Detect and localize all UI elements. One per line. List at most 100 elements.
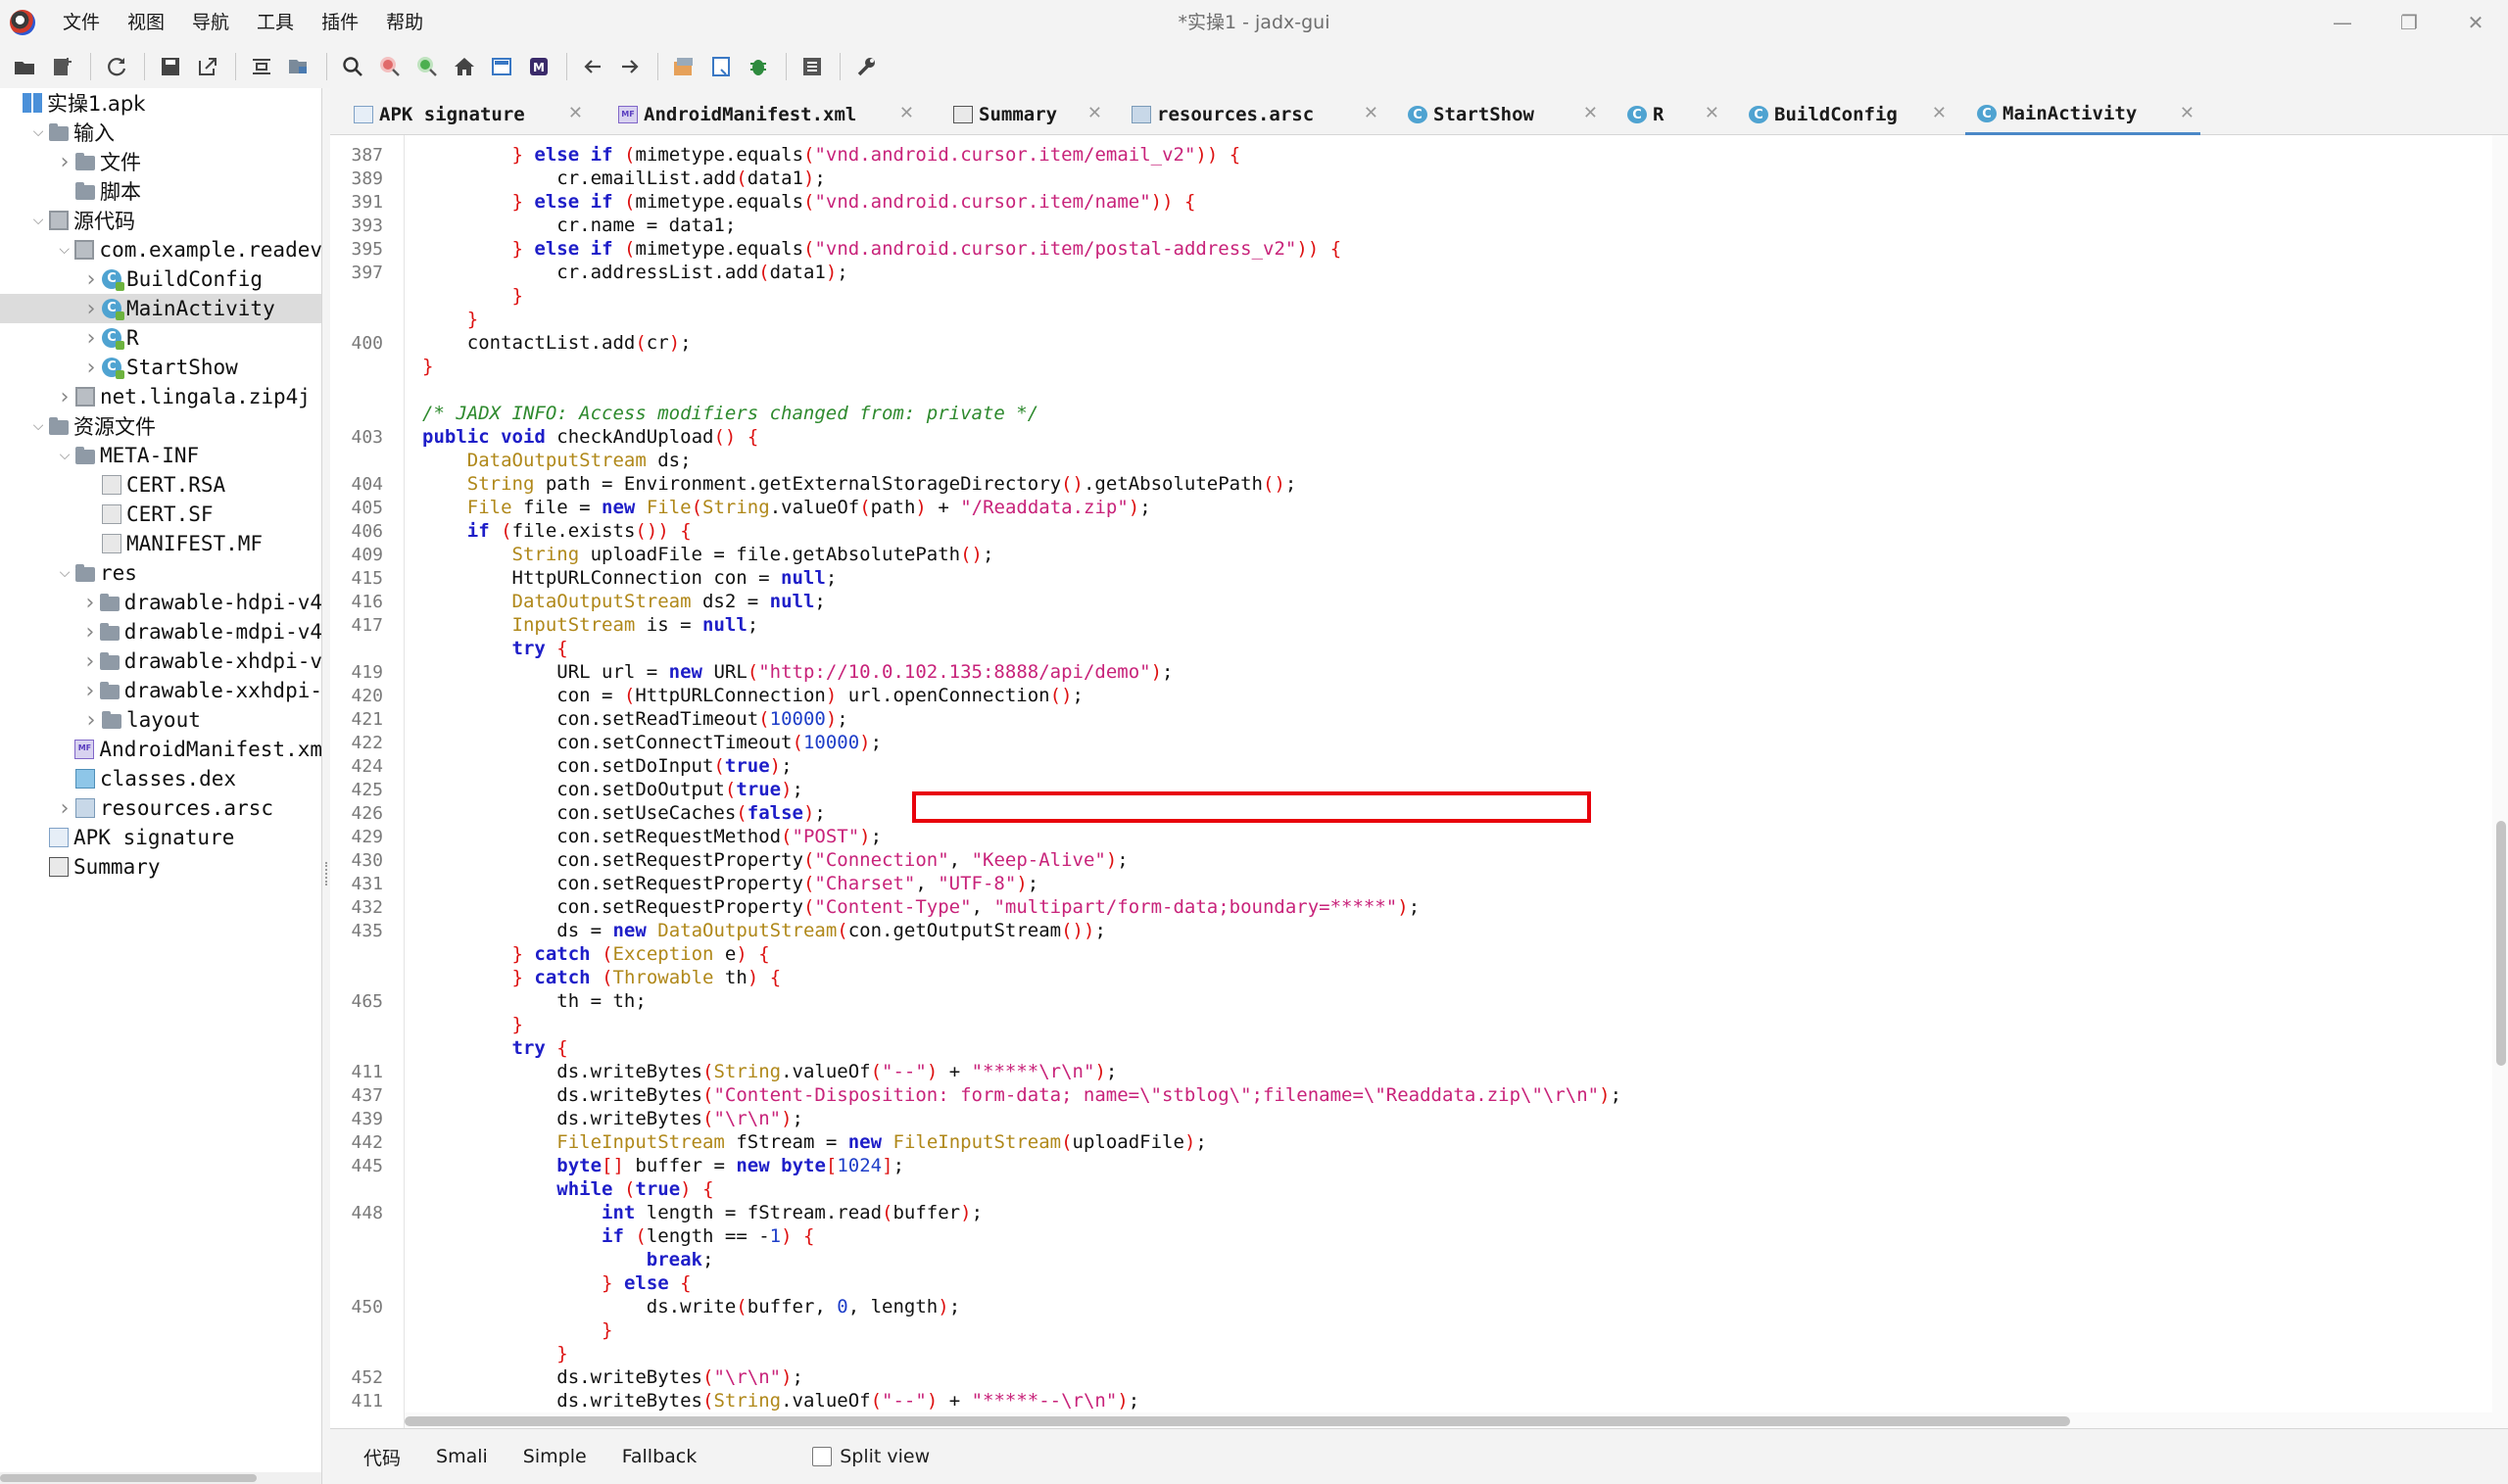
tab-code[interactable]: 代码 — [346, 1444, 418, 1470]
save-all-icon[interactable] — [153, 49, 188, 84]
code-text[interactable]: } else if (mimetype.equals("vnd.android.… — [405, 135, 2508, 1428]
editor-tab[interactable]: APK signature ✕ — [342, 94, 589, 135]
code-line[interactable]: FileInputStream fStream = new FileInputS… — [422, 1130, 1207, 1154]
menu-item-4[interactable]: 插件 — [308, 0, 372, 45]
tree-horizontal-scrollbar[interactable] — [0, 1472, 321, 1484]
split-view-checkbox[interactable]: Split view — [812, 1446, 930, 1467]
tab-simple[interactable]: Simple — [506, 1446, 604, 1467]
bookmark-icon[interactable] — [703, 49, 739, 84]
chevron-down-icon[interactable]: ⌵ — [57, 235, 72, 264]
code-line[interactable]: if (length == -1) { — [422, 1224, 814, 1248]
code-vertical-scrollbar[interactable] — [2492, 135, 2508, 1428]
tree-node[interactable]: 实操1.apk — [0, 88, 321, 118]
code-line[interactable]: } — [422, 308, 478, 331]
tree-node[interactable]: › StartShow — [0, 353, 321, 382]
code-line[interactable]: con.setRequestProperty("Charset", "UTF-8… — [422, 872, 1038, 895]
code-line[interactable]: th = th; — [422, 989, 647, 1013]
tree-node[interactable]: ⌵ 资源文件 — [0, 411, 321, 441]
code-line[interactable]: break; — [422, 1248, 714, 1271]
code-line[interactable]: } — [422, 1013, 523, 1036]
code-line[interactable]: } — [422, 1318, 612, 1342]
menu-item-3[interactable]: 工具 — [243, 0, 308, 45]
tree-node[interactable]: APK signature — [0, 823, 321, 852]
close-tab-icon[interactable]: ✕ — [1087, 103, 1102, 123]
code-line[interactable]: cr.addressList.add(data1); — [422, 261, 847, 284]
tree-node[interactable]: 脚本 — [0, 176, 321, 206]
code-line[interactable]: con.setDoInput(true); — [422, 754, 792, 778]
code-line[interactable]: DataOutputStream ds; — [422, 449, 692, 472]
code-line[interactable]: ds = new DataOutputStream(con.getOutputS… — [422, 919, 1106, 942]
tree-node[interactable]: ⌵ 输入 — [0, 118, 321, 147]
sync-tree-icon[interactable] — [244, 49, 279, 84]
chevron-right-icon[interactable]: › — [57, 147, 72, 176]
code-line[interactable]: public void checkAndUpload() { — [422, 425, 758, 449]
chevron-right-icon[interactable]: › — [83, 646, 97, 676]
editor-tab[interactable]: Summary ✕ — [941, 94, 1108, 135]
code-line[interactable]: con.setDoOutput(true); — [422, 778, 803, 801]
close-tab-icon[interactable]: ✕ — [1364, 103, 1378, 123]
code-line[interactable]: ds.writeBytes(String.valueOf("--") + "**… — [422, 1389, 1139, 1412]
code-line[interactable]: DataOutputStream ds2 = null; — [422, 590, 826, 613]
code-line[interactable]: String path = Environment.getExternalSto… — [422, 472, 1297, 496]
code-line[interactable]: } else if (mimetype.equals("vnd.android.… — [422, 237, 1342, 261]
tree-node[interactable]: ⌵ 源代码 — [0, 206, 321, 235]
code-line[interactable]: con = (HttpURLConnection) url.openConnec… — [422, 684, 1084, 707]
close-button[interactable]: ✕ — [2445, 0, 2506, 45]
usage-search-icon[interactable] — [410, 49, 445, 84]
flatten-packages-icon[interactable] — [281, 49, 316, 84]
chevron-down-icon[interactable]: ⌵ — [57, 558, 72, 588]
code-line[interactable]: } else { — [422, 1271, 692, 1295]
code-line[interactable]: } catch (Throwable th) { — [422, 966, 782, 989]
code-line[interactable]: con.setRequestProperty("Content-Type", "… — [422, 895, 1420, 919]
code-line[interactable]: ds.writeBytes("\r\n"); — [422, 1107, 803, 1130]
code-line[interactable]: while (true) { — [422, 1177, 713, 1201]
maximize-button[interactable]: ❐ — [2379, 0, 2439, 45]
back-arrow-icon[interactable] — [575, 49, 610, 84]
code-line[interactable]: } — [422, 355, 433, 378]
code-line[interactable]: try { — [422, 637, 568, 660]
code-line[interactable]: ds.writeBytes(String.valueOf("--") + "**… — [422, 1060, 1117, 1083]
tree-node[interactable]: AndroidManifest.xm — [0, 735, 321, 764]
tree-node[interactable]: ›R — [0, 323, 321, 353]
chevron-right-icon[interactable]: › — [83, 705, 99, 735]
editor-tab[interactable]: BuildConfig ✕ — [1737, 94, 1953, 135]
chevron-down-icon[interactable]: ⌵ — [30, 118, 46, 147]
tab-smali[interactable]: Smali — [418, 1446, 506, 1467]
search-icon[interactable] — [335, 49, 370, 84]
tree-node[interactable]: › MainActivity — [0, 294, 321, 323]
code-line[interactable]: } — [422, 1342, 567, 1365]
tree-node[interactable]: CERT.RSA — [0, 470, 321, 500]
code-line[interactable]: ds.write(buffer, 0, length); — [422, 1295, 960, 1318]
editor-tab[interactable]: AndroidManifest.xml ✕ — [606, 94, 920, 135]
code-line[interactable]: } else if (mimetype.equals("vnd.android.… — [422, 143, 1241, 167]
chevron-right-icon[interactable]: › — [83, 264, 99, 294]
code-line[interactable]: cr.emailList.add(data1); — [422, 167, 826, 190]
code-line[interactable]: InputStream is = null; — [422, 613, 759, 637]
code-line[interactable]: ds.writeBytes("\r\n"); — [422, 1365, 803, 1389]
tree-node[interactable]: MANIFEST.MF — [0, 529, 321, 558]
deobfuscation-icon[interactable]: M — [521, 49, 556, 84]
tab-fallback[interactable]: Fallback — [604, 1446, 715, 1467]
editor-tab[interactable]: MainActivity ✕ — [1965, 94, 2200, 135]
tree-node[interactable]: classes.dex — [0, 764, 321, 793]
close-tab-icon[interactable]: ✕ — [1583, 103, 1598, 123]
close-tab-icon[interactable]: ✕ — [899, 103, 914, 123]
preferences-wrench-icon[interactable] — [848, 49, 884, 84]
code-line[interactable]: /* JADX INFO: Access modifiers changed f… — [422, 402, 1038, 425]
chevron-down-icon[interactable]: ⌵ — [30, 206, 46, 235]
log-icon[interactable] — [795, 49, 830, 84]
code-line[interactable]: con.setReadTimeout(10000); — [422, 707, 847, 731]
panel-splitter[interactable] — [322, 88, 330, 1484]
chevron-right-icon[interactable]: › — [83, 323, 99, 353]
tree-node[interactable]: ⌵ META-INF — [0, 441, 321, 470]
menu-item-1[interactable]: 视图 — [114, 0, 178, 45]
chevron-right-icon[interactable]: › — [57, 793, 72, 823]
tree-node[interactable]: ⌵ com.example.readev — [0, 235, 321, 264]
tree-node[interactable]: › net.lingala.zip4j — [0, 382, 321, 411]
tree-node[interactable]: › layout — [0, 705, 321, 735]
code-line[interactable]: String uploadFile = file.getAbsolutePath… — [422, 543, 994, 566]
open-file-icon[interactable] — [8, 49, 43, 84]
menu-item-0[interactable]: 文件 — [49, 0, 114, 45]
tree-node[interactable]: › 文件 — [0, 147, 321, 176]
code-line[interactable]: con.setRequestMethod("POST"); — [422, 825, 882, 848]
